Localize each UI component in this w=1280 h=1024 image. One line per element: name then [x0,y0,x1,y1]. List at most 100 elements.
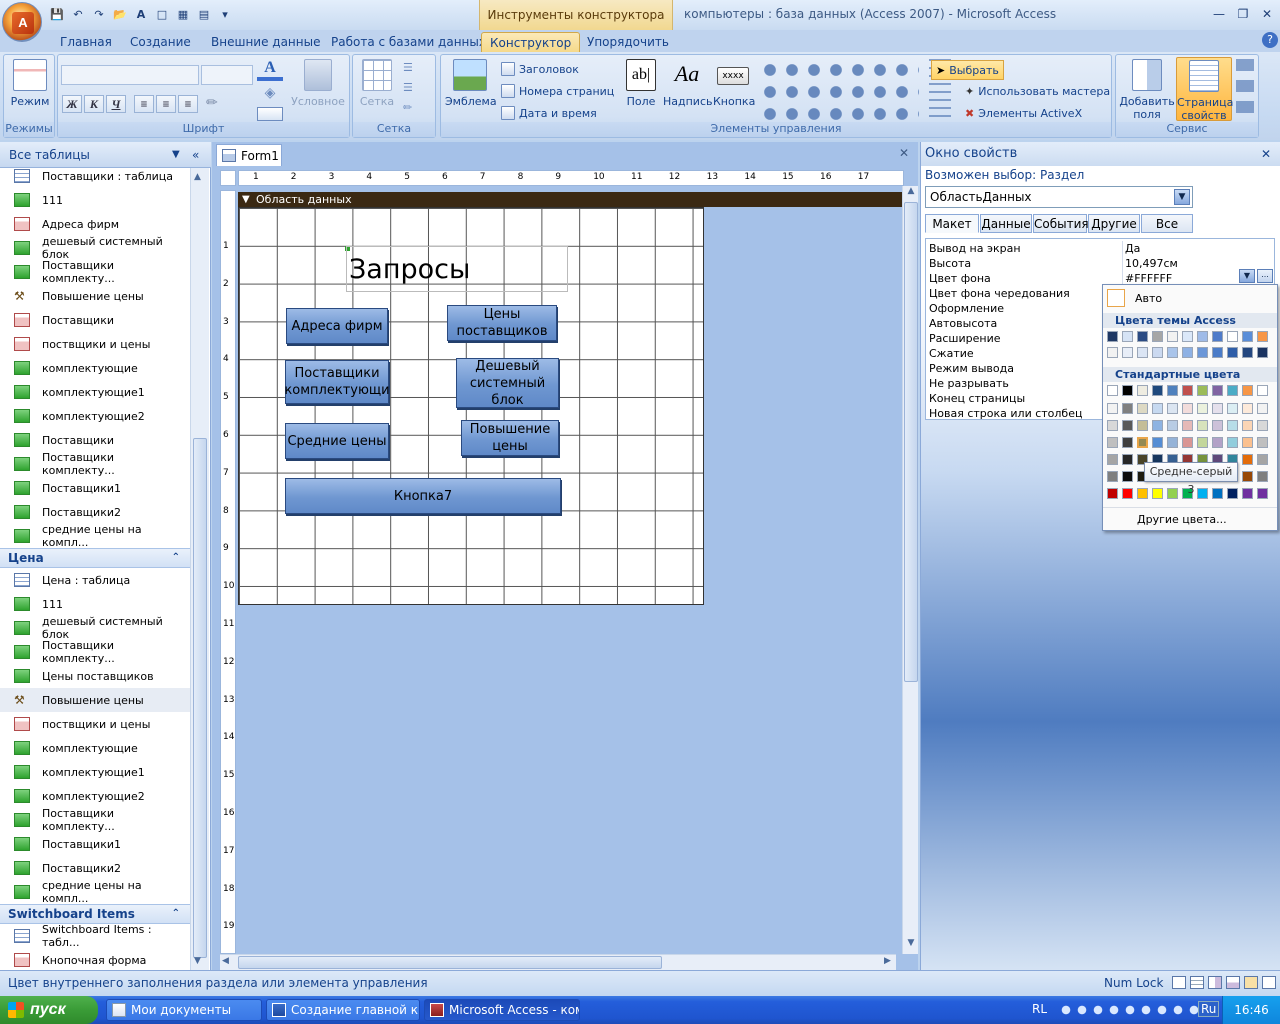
redo-icon[interactable]: ↷ [90,5,108,23]
color-swatch[interactable] [1107,471,1118,482]
color-swatch[interactable] [1137,331,1148,342]
start-button[interactable]: пуск [0,996,98,1024]
close-icon[interactable]: ✕ [1256,5,1278,23]
nav-item[interactable]: дешевый системный блок [0,235,190,261]
form-button-addresses[interactable]: Адреса фирм [286,308,388,344]
color-swatch[interactable] [1212,347,1223,358]
qat-customize-icon[interactable]: ▾ [216,5,234,23]
nav-item[interactable]: 111 [0,592,190,616]
tab-design[interactable]: Конструктор [481,32,581,52]
bold-button[interactable]: Ж [62,95,82,113]
open-folder-icon[interactable]: 📂 [111,5,129,23]
color-swatch[interactable] [1257,420,1268,431]
color-swatch[interactable] [1107,403,1118,414]
color-swatch[interactable] [1227,420,1238,431]
nav-item[interactable]: Поставщики2 [0,500,190,524]
color-swatch[interactable] [1152,347,1163,358]
tab-home[interactable]: Главная [52,32,120,52]
color-swatch[interactable] [1212,403,1223,414]
color-swatch[interactable] [1212,488,1223,499]
more-colors-link[interactable]: Другие цвета... [1137,513,1227,526]
color-swatch[interactable] [1152,385,1163,396]
select-button[interactable]: ➤ Выбрать [931,60,1004,80]
form-button-average-prices[interactable]: Средние цены [285,423,389,459]
property-sheet-button[interactable]: Страница свойств [1176,57,1233,122]
taskbar-item-access[interactable]: Microsoft Access - ком... [424,999,580,1021]
color-swatch[interactable] [1137,347,1148,358]
system-clock[interactable]: 16:46 [1222,996,1280,1024]
collapse-pane-icon[interactable]: « [192,142,199,168]
scroll-up-icon[interactable]: ▲ [904,186,918,200]
pivot-view-icon[interactable] [1208,976,1222,989]
nav-item[interactable]: Цена : таблица [0,568,190,592]
color-swatch[interactable] [1107,347,1118,358]
color-swatch[interactable] [1242,420,1253,431]
color-swatch[interactable] [1122,385,1133,396]
nav-item[interactable]: комплектующие1 [0,760,190,784]
form-button-supplier-prices[interactable]: Цены поставщиков [447,305,557,341]
color-swatch[interactable] [1167,385,1178,396]
scroll-up-icon[interactable]: ▲ [194,172,201,182]
tab-arrange[interactable]: Упорядочить [579,32,677,52]
property-value[interactable]: Да [1122,241,1274,256]
color-swatch[interactable] [1242,437,1253,448]
new-document-icon[interactable]: □ [153,5,171,23]
nav-item[interactable]: комплектующие2 [0,404,190,428]
language-indicator[interactable]: RL [1032,1002,1047,1016]
nav-scrollbar[interactable]: ▲ ▼ [190,168,209,970]
color-swatch[interactable] [1122,437,1133,448]
color-swatch[interactable] [1107,488,1118,499]
close-document-icon[interactable]: ✕ [896,146,912,162]
logo-button[interactable]: Эмблема [445,59,497,108]
color-swatch[interactable] [1197,385,1208,396]
vertical-scrollbar[interactable]: ▲ ▼ [902,186,918,954]
nav-item[interactable]: Поставщики [0,428,190,452]
font-size-combo[interactable] [201,65,253,85]
color-swatch[interactable] [1137,437,1148,448]
tab-external-data[interactable]: Внешние данные [203,32,328,52]
activex-button[interactable]: ✖ Элементы ActiveX [965,104,1082,122]
save-icon[interactable]: 💾 [48,5,66,23]
color-swatch[interactable] [1257,471,1268,482]
align-right-icon[interactable]: ≡ [178,95,198,113]
print-preview-icon[interactable]: ▤ [195,5,213,23]
conditional-format-button[interactable]: Условное [290,59,346,108]
view-button[interactable]: Режим [8,59,52,108]
object-selector-dropdown[interactable]: ОбластьДанных ▼ [925,186,1193,208]
color-swatch[interactable] [1182,420,1193,431]
nav-item[interactable]: комплектующие [0,356,190,380]
format-painter-icon[interactable]: ✏ [206,95,226,113]
auto-color-label[interactable]: Авто [1135,292,1162,305]
color-swatch[interactable] [1182,347,1193,358]
nav-item[interactable]: Адреса фирм [0,212,190,236]
property-row[interactable]: Высота 10,497см [926,256,1276,271]
nav-item[interactable]: дешевый системный блок [0,615,190,641]
color-swatch[interactable] [1212,437,1223,448]
color-swatch[interactable] [1107,454,1118,465]
nav-item[interactable]: Поставщики комплекту... [0,807,190,833]
office-button[interactable]: A [2,2,42,42]
color-swatch[interactable] [1242,454,1253,465]
layout-view-icon[interactable] [1226,976,1240,989]
nav-item[interactable]: Поставщики комплекту... [0,639,190,665]
color-swatch[interactable] [1197,437,1208,448]
color-swatch[interactable] [1122,488,1133,499]
horizontal-scrollbar[interactable]: ◀ ▶ [220,954,896,970]
color-swatch[interactable] [1197,488,1208,499]
line-color-icon[interactable]: ✏ [403,101,429,115]
nav-item[interactable]: комплектующие [0,736,190,760]
nav-item[interactable]: Цены поставщиков [0,664,190,688]
use-wizards-button[interactable]: ✦ Использовать мастера [965,82,1110,100]
nav-item[interactable]: Поставщики [0,308,190,332]
tools-small-icons[interactable] [1236,59,1254,119]
nav-item[interactable]: ⚒ Повышение цены [0,284,190,308]
form-view-icon[interactable] [1172,976,1186,989]
builder-ellipsis-button[interactable]: ... [1257,269,1273,283]
label-button[interactable]: Aa Надпись [663,59,713,108]
form-title-label[interactable]: Запросы [346,246,568,292]
color-swatch[interactable] [1212,331,1223,342]
taskbar-item-my-documents[interactable]: Мои документы [106,999,262,1021]
color-swatch[interactable] [1182,403,1193,414]
nav-item[interactable]: ⚒ Повышение цены [0,688,190,712]
color-swatch[interactable] [1227,385,1238,396]
